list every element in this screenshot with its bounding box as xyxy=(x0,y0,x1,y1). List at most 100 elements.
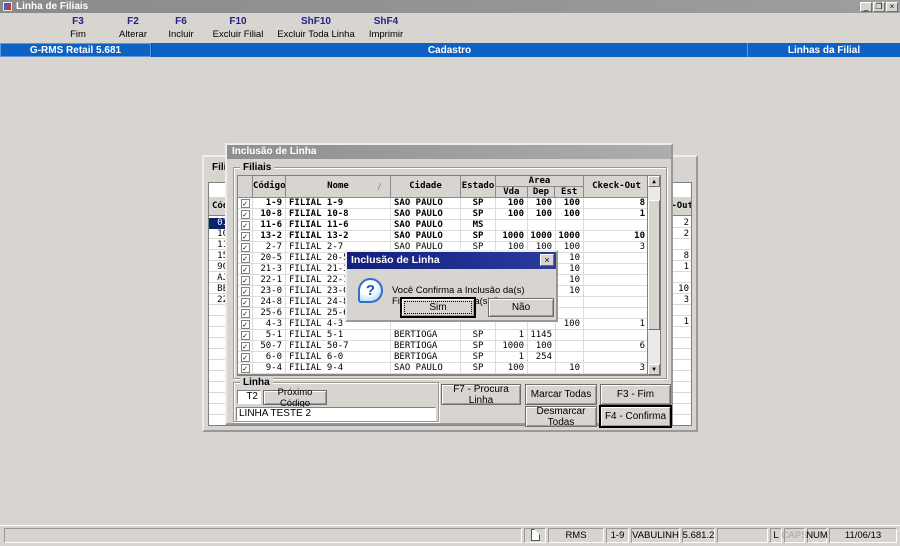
checkbox-checked-icon: ✓ xyxy=(240,198,250,208)
filiais-group-label: Filiais xyxy=(240,162,275,173)
maximize-button[interactable]: ❐ xyxy=(873,2,885,12)
status-branch: 1-9 xyxy=(606,527,629,543)
window-title: Linha de Filiais xyxy=(16,1,89,12)
scroll-up-icon[interactable]: ▲ xyxy=(648,176,660,187)
procura-linha-button[interactable]: F7 - Procura Linha xyxy=(441,384,521,406)
app-icon xyxy=(3,2,12,11)
header-estado[interactable]: Estado xyxy=(461,176,496,198)
checkbox-checked-icon: ✓ xyxy=(240,286,250,296)
checkbox-checked-icon: ✓ xyxy=(240,341,250,351)
toolbar-item-fim[interactable]: F3 Fim xyxy=(48,13,108,43)
row-checkbox[interactable]: ✓ xyxy=(238,286,253,296)
proximo-codigo-button[interactable]: Próximo Código xyxy=(263,387,327,409)
product-name: G-RMS Retail 5.681 xyxy=(0,43,151,57)
checkbox-checked-icon: ✓ xyxy=(240,319,250,329)
header-area-group: Área Vda Dep Est xyxy=(496,176,584,198)
table-row[interactable]: ✓ 9-4 FILIAL 9-4 SAO PAULO SP 100 10 3 xyxy=(238,363,649,374)
toolbar-item-incluir[interactable]: F6 Incluir xyxy=(158,13,204,43)
checkbox-checked-icon: ✓ xyxy=(240,231,250,241)
status-caps-indicator: CAPS xyxy=(781,527,808,543)
status-date: 11/06/13 xyxy=(829,527,897,543)
table-position-bar xyxy=(238,374,649,375)
row-checkbox[interactable]: ✓ xyxy=(238,275,253,285)
header-codigo[interactable]: Código xyxy=(253,176,286,198)
toolbar-item-alterar[interactable]: F2 Alterar xyxy=(108,13,158,43)
row-checkbox[interactable]: ✓ xyxy=(238,242,253,252)
header-area: Área xyxy=(496,176,583,187)
status-program: VABULINH xyxy=(631,527,680,543)
row-checkbox[interactable]: ✓ xyxy=(238,297,253,307)
checkbox-checked-icon: ✓ xyxy=(240,352,250,362)
checkbox-checked-icon: ✓ xyxy=(240,275,250,285)
checkbox-checked-icon: ✓ xyxy=(240,308,250,318)
table-row[interactable]: ✓ 10-8 FILIAL 10-8 SAO PAULO SP 100 100 … xyxy=(238,209,649,220)
nao-button[interactable]: Não xyxy=(488,298,554,317)
row-checkbox[interactable]: ✓ xyxy=(238,363,253,373)
row-checkbox[interactable]: ✓ xyxy=(238,264,253,274)
table-row[interactable]: ✓ 50-7 FILIAL 50-7 BERTIOGA SP 1000 100 … xyxy=(238,341,649,352)
module-name: Cadastro xyxy=(151,43,748,57)
table-row[interactable]: ✓ 1-9 FILIAL 1-9 SAO PAULO SP 100 100 10… xyxy=(238,198,649,209)
header-vda[interactable]: Vda xyxy=(496,187,528,197)
status-document-panel xyxy=(524,527,546,543)
checkbox-checked-icon: ✓ xyxy=(240,363,250,373)
function-key-toolbar: F3 Fim F2 Alterar F6 Incluir F10 Excluir… xyxy=(0,13,900,43)
confirmation-msgbox: Inclusão de Linha × ? Você Confirma a In… xyxy=(345,250,558,322)
table-row[interactable]: ✓ 11-6 FILIAL 11-6 SAO PAULO MS xyxy=(238,220,649,231)
status-l-indicator: L xyxy=(770,527,782,543)
minimize-button[interactable]: _ xyxy=(860,2,872,12)
status-version: 5.681.2 xyxy=(682,527,715,543)
toolbar-item-excluir-toda-linha[interactable]: ShF10 Excluir Toda Linha xyxy=(272,13,360,43)
question-icon: ? xyxy=(358,278,383,303)
header-bar: G-RMS Retail 5.681 Cadastro Linhas da Fi… xyxy=(0,43,900,57)
sim-button[interactable]: Sim xyxy=(401,298,475,317)
desmarcar-todas-button[interactable]: Desmarcar Todas xyxy=(525,406,597,428)
line-name-input[interactable]: LINHA TESTE 2 xyxy=(236,407,436,421)
confirma-button[interactable]: F4 - Confirma xyxy=(600,406,671,427)
table-row[interactable]: ✓ 6-0 FILIAL 6-0 BERTIOGA SP 1 254 xyxy=(238,352,649,363)
header-est[interactable]: Est xyxy=(555,187,583,197)
checkbox-checked-icon: ✓ xyxy=(240,253,250,263)
header-checkout[interactable]: Ckeck-Out xyxy=(584,176,649,198)
row-checkbox[interactable]: ✓ xyxy=(238,341,253,351)
header-nome[interactable]: Nome ∕ xyxy=(286,176,391,198)
checkbox-checked-icon: ✓ xyxy=(240,209,250,219)
line-code-field[interactable]: T2 xyxy=(237,390,261,404)
table-row[interactable]: ✓ 5-1 FILIAL 5-1 BERTIOGA SP 1 1145 xyxy=(238,330,649,341)
row-checkbox[interactable]: ✓ xyxy=(238,319,253,329)
row-checkbox[interactable]: ✓ xyxy=(238,209,253,219)
status-message-panel xyxy=(4,527,522,543)
filiais-table-header: Código Nome ∕ Cidade Estado Área Vda Dep … xyxy=(238,176,649,198)
header-cidade[interactable]: Cidade xyxy=(391,176,461,198)
close-button[interactable]: × xyxy=(886,2,898,12)
row-checkbox[interactable]: ✓ xyxy=(238,352,253,362)
row-checkbox[interactable]: ✓ xyxy=(238,231,253,241)
row-checkbox[interactable]: ✓ xyxy=(238,198,253,208)
document-icon xyxy=(530,529,540,541)
sort-ascending-icon: ∕ xyxy=(377,182,382,191)
msgbox-titlebar: Inclusão de Linha xyxy=(347,252,556,269)
status-empty-panel xyxy=(717,527,768,543)
scrollbar-thumb[interactable] xyxy=(648,200,660,330)
statusbar: RMS 1-9 VABULINH 5.681.2 L CAPS NUM 11/0… xyxy=(0,525,900,544)
checkbox-checked-icon: ✓ xyxy=(240,242,250,252)
checkbox-checked-icon: ✓ xyxy=(240,297,250,307)
header-dep[interactable]: Dep xyxy=(528,187,556,197)
msgbox-close-icon[interactable]: × xyxy=(540,254,554,266)
status-system: RMS xyxy=(548,527,604,543)
toolbar-item-imprimir[interactable]: ShF4 Imprimir xyxy=(360,13,412,43)
toolbar-item-excluir-filial[interactable]: F10 Excluir Filial xyxy=(204,13,272,43)
table-row[interactable]: ✓ 13-2 FILIAL 13-2 SAO PAULO SP 1000 100… xyxy=(238,231,649,242)
row-checkbox[interactable]: ✓ xyxy=(238,330,253,340)
row-checkbox[interactable]: ✓ xyxy=(238,220,253,230)
marcar-todas-button[interactable]: Marcar Todas xyxy=(525,384,597,405)
header-checkbox-col xyxy=(238,176,253,198)
checkbox-checked-icon: ✓ xyxy=(240,264,250,274)
row-checkbox[interactable]: ✓ xyxy=(238,308,253,318)
linha-groupbox: Linha T2 Próximo Código LINHA TESTE 2 xyxy=(233,377,439,422)
scroll-down-icon[interactable]: ▼ xyxy=(648,364,660,375)
fim-button[interactable]: F3 - Fim xyxy=(600,384,671,405)
screen-name: Linhas da Filial xyxy=(787,44,861,56)
table-vertical-scrollbar[interactable]: ▲ ▼ xyxy=(647,176,660,375)
row-checkbox[interactable]: ✓ xyxy=(238,253,253,263)
